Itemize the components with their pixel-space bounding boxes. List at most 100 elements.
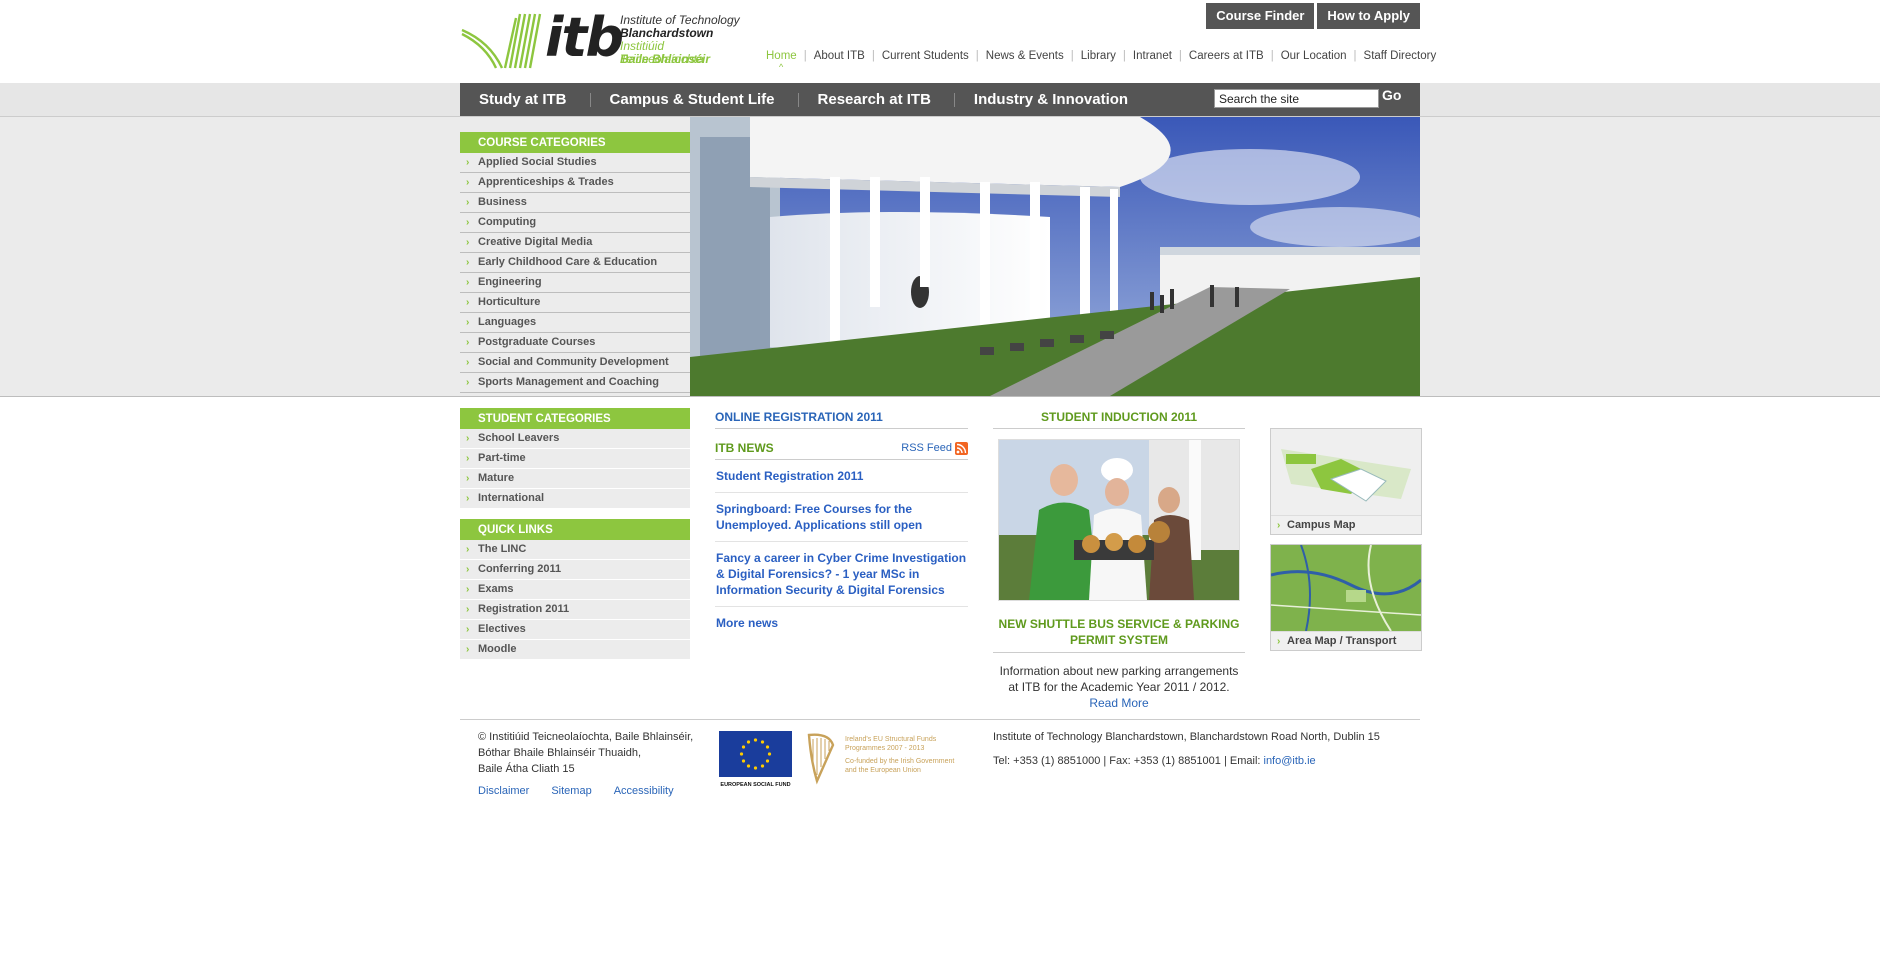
student-category-item[interactable]: › Part-time: [460, 449, 690, 469]
course-category-item[interactable]: › Business: [460, 193, 690, 213]
news-item[interactable]: Fancy a career in Cyber Crime Investigat…: [715, 542, 968, 607]
top-nav-our-location[interactable]: Our Location: [1281, 50, 1347, 62]
search-input[interactable]: [1214, 89, 1379, 108]
disclaimer-link[interactable]: Disclaimer: [478, 783, 529, 799]
campus-building-illustration: [690, 117, 1420, 396]
european-social-fund-logo: EUROPEAN SOCIAL FUND: [719, 731, 792, 788]
top-nav: Home | About ITB | Current Students | News …: [766, 50, 1436, 62]
course-category-item[interactable]: › Early Childhood Care & Education: [460, 253, 690, 273]
chevron-right-icon: ›: [466, 237, 470, 248]
course-category-item[interactable]: › Computing: [460, 213, 690, 233]
itb-news-heading: ITB NEWS: [715, 441, 774, 455]
course-category-item[interactable]: › Social and Community Development: [460, 353, 690, 373]
student-category-item[interactable]: › Mature: [460, 469, 690, 489]
quick-link-item[interactable]: › Registration 2011: [460, 600, 690, 620]
chevron-right-icon: ›: [466, 644, 470, 655]
top-nav-about[interactable]: About ITB: [814, 50, 865, 62]
quick-link-item[interactable]: › Exams: [460, 580, 690, 600]
student-category-item[interactable]: › International: [460, 489, 690, 509]
course-category-item[interactable]: › Apprenticeships & Trades: [460, 173, 690, 193]
shuttle-bus-heading: NEW SHUTTLE BUS SERVICE & PARKING PERMIT…: [993, 616, 1245, 653]
induction-body-text: Information about new parking arrangemen…: [999, 664, 1239, 694]
course-category-item[interactable]: › Sports Management and Coaching: [460, 373, 690, 393]
institute-address: Institute of Technology Blanchardstown, …: [993, 731, 1380, 743]
accessibility-link[interactable]: Accessibility: [614, 783, 674, 799]
logo-wordmark: itb: [545, 6, 624, 69]
top-nav-home[interactable]: Home: [766, 50, 797, 62]
quick-link-item[interactable]: › Conferring 2011: [460, 560, 690, 580]
news-item[interactable]: Student Registration 2011: [715, 460, 968, 493]
footer-address-line: Bóthar Bhaile Bhlainséir Thuaidh,: [478, 747, 642, 759]
chevron-right-icon: ›: [466, 177, 470, 188]
more-news-link[interactable]: More news: [715, 607, 968, 639]
quick-link-item[interactable]: › Moodle: [460, 640, 690, 660]
course-category-label: Social and Community Development: [478, 356, 669, 368]
course-category-item[interactable]: › Creative Digital Media: [460, 233, 690, 253]
top-nav-intranet[interactable]: Intranet: [1133, 50, 1172, 62]
course-category-label: Creative Digital Media: [478, 236, 593, 248]
eu-flag-icon: [719, 731, 792, 777]
course-finder-button[interactable]: Course Finder: [1206, 3, 1315, 29]
eu-funds-line: Co-funded by the Irish Government: [845, 758, 955, 765]
quick-link-item[interactable]: › Electives: [460, 620, 690, 640]
logo-swoosh-icon: [461, 13, 542, 69]
course-category-item[interactable]: › Postgraduate Courses: [460, 333, 690, 353]
student-categories-heading: STUDENT CATEGORIES: [460, 408, 690, 429]
esf-label: EUROPEAN SOCIAL FUND: [720, 782, 791, 788]
top-nav-separator: |: [871, 50, 875, 62]
area-map-label: Area Map / Transport: [1287, 635, 1397, 647]
chevron-right-icon: ›: [466, 493, 470, 504]
how-to-apply-button[interactable]: How to Apply: [1317, 3, 1420, 29]
read-more-link[interactable]: Read More: [1089, 696, 1148, 710]
induction-photo-illustration: [999, 440, 1239, 600]
itb-logo[interactable]: itb Institute of Technology Blanchardsto…: [460, 6, 745, 70]
chevron-right-icon: ›: [466, 584, 470, 595]
quick-link-label: The LINC: [478, 543, 527, 555]
top-nav-separator: |: [803, 50, 807, 62]
campus-map-tile[interactable]: › Campus Map: [1270, 428, 1422, 535]
chevron-right-icon: ›: [466, 197, 470, 208]
eu-structural-funds-logo: Ireland's EU Structural Funds Programmes…: [803, 731, 968, 785]
main-nav-campus-life[interactable]: Campus & Student Life: [591, 91, 798, 108]
sitemap-link[interactable]: Sitemap: [551, 783, 591, 799]
student-category-item[interactable]: › School Leavers: [460, 429, 690, 449]
course-category-item[interactable]: › Horticulture: [460, 293, 690, 313]
course-category-label: Postgraduate Courses: [478, 336, 596, 348]
news-column: ONLINE REGISTRATION 2011 ITB NEWS RSS Fe…: [715, 410, 968, 639]
quick-link-label: Conferring 2011: [478, 563, 562, 575]
rss-feed-link[interactable]: RSS Feed: [901, 441, 968, 455]
top-nav-news-events[interactable]: News & Events: [986, 50, 1064, 62]
eu-funds-line: and the European Union: [845, 767, 921, 774]
active-caret-icon: ^: [779, 62, 784, 72]
chevron-right-icon: ›: [466, 357, 470, 368]
online-registration-link[interactable]: ONLINE REGISTRATION 2011: [715, 410, 968, 429]
chevron-right-icon: ›: [466, 157, 470, 168]
course-category-item[interactable]: › Languages: [460, 313, 690, 333]
chevron-right-icon: ›: [466, 544, 470, 555]
chevron-right-icon: ›: [466, 297, 470, 308]
top-nav-staff-directory[interactable]: Staff Directory: [1364, 50, 1437, 62]
campus-map-thumbnail: [1271, 429, 1421, 515]
course-category-item[interactable]: › Engineering: [460, 273, 690, 293]
course-category-item[interactable]: › Applied Social Studies: [460, 153, 690, 173]
induction-photo[interactable]: [998, 439, 1240, 601]
email-link[interactable]: info@itb.ie: [1264, 755, 1316, 767]
top-nav-separator: |: [1122, 50, 1126, 62]
top-nav-current-students[interactable]: Current Students: [882, 50, 969, 62]
top-nav-careers[interactable]: Careers at ITB: [1189, 50, 1264, 62]
student-category-label: School Leavers: [478, 432, 560, 444]
top-nav-library[interactable]: Library: [1081, 50, 1116, 62]
chevron-right-icon: ›: [466, 317, 470, 328]
quick-links-menu: QUICK LINKS › The LINC › Conferring 2011 ›…: [460, 519, 690, 660]
main-nav-industry[interactable]: Industry & Innovation: [955, 91, 1151, 108]
chevron-right-icon: ›: [466, 433, 470, 444]
course-category-label: Business: [478, 196, 527, 208]
main-nav-research[interactable]: Research at ITB: [799, 91, 954, 108]
news-item[interactable]: Springboard: Free Courses for the Unempl…: [715, 493, 968, 542]
area-map-tile[interactable]: › Area Map / Transport: [1270, 544, 1422, 651]
course-category-label: Applied Social Studies: [478, 156, 597, 168]
student-category-label: International: [478, 492, 545, 504]
search-go-button[interactable]: Go: [1382, 87, 1401, 103]
quick-link-item[interactable]: › The LINC: [460, 540, 690, 560]
main-nav-study[interactable]: Study at ITB: [460, 91, 590, 108]
